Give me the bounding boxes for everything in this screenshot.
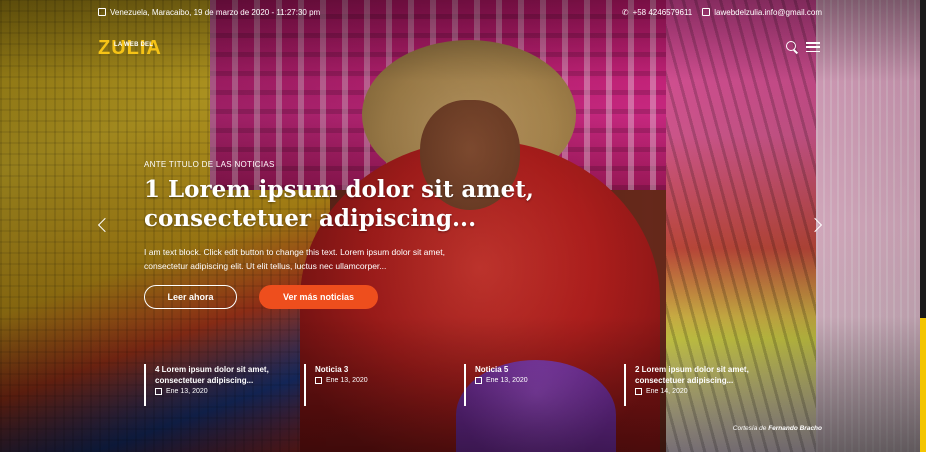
news-date: Ene 14, 2020 [646, 388, 688, 395]
more-news-button[interactable]: Ver más noticias [259, 285, 378, 309]
email-link[interactable]: lawebdelzulia.info@gmail.com [702, 8, 822, 17]
top-info-bar: Venezuela, Maracaibo, 19 de marzo de 202… [98, 5, 822, 19]
email-text: lawebdelzulia.info@gmail.com [714, 7, 822, 17]
phone-icon: ✆ [621, 7, 629, 17]
news-strip: 4 Lorem ipsum dolor sit amet, consectetu… [144, 364, 784, 406]
site-logo[interactable]: ZULIA LA WEB DEL [98, 36, 168, 60]
slide-excerpt: I am text block. Click edit button to ch… [144, 247, 445, 271]
news-item[interactable]: Noticia 3 Ene 13, 2020 [304, 364, 464, 406]
logo-small-text: LA WEB DEL [114, 42, 154, 48]
slide-headline[interactable]: 1 Lorem ipsum dolor sit amet, consectetu… [144, 175, 704, 233]
news-date: Ene 13, 2020 [486, 377, 528, 384]
slide-content: ANTE TITULO DE LAS NOTICIAS 1 Lorem ipsu… [144, 160, 704, 309]
logo-main-text: ZULIA [98, 37, 162, 59]
calendar-icon [315, 377, 322, 384]
news-title[interactable]: Noticia 3 [315, 364, 464, 375]
hamburger-menu-icon[interactable] [806, 42, 820, 52]
news-date: Ene 13, 2020 [166, 388, 208, 395]
news-title[interactable]: 4 Lorem ipsum dolor sit amet, consectetu… [155, 364, 304, 386]
location-datetime: Venezuela, Maracaibo, 19 de marzo de 202… [98, 8, 320, 17]
news-item[interactable]: 4 Lorem ipsum dolor sit amet, consectetu… [144, 364, 304, 406]
photo-credit: Cortesía de Fernando Bracho [733, 425, 822, 432]
mail-icon [702, 8, 711, 16]
edge-stripe [920, 0, 926, 452]
credit-prefix: Cortesía de [732, 425, 767, 432]
credit-name: Fernando Bracho [768, 425, 822, 432]
news-date: Ene 13, 2020 [326, 377, 368, 384]
news-title[interactable]: Noticia 5 [475, 364, 624, 375]
calendar-icon [155, 388, 162, 395]
hero-slider: Venezuela, Maracaibo, 19 de marzo de 202… [0, 0, 926, 452]
news-item[interactable]: Noticia 5 Ene 13, 2020 [464, 364, 624, 406]
phone-link[interactable]: ✆ +58 4246579611 [622, 8, 692, 17]
calendar-icon [635, 388, 642, 395]
phone-text: +58 4246579611 [632, 7, 693, 17]
read-now-button[interactable]: Leer ahora [144, 285, 237, 309]
news-item[interactable]: 2 Lorem ipsum dolor sit amet, consectetu… [624, 364, 784, 406]
header-actions [786, 41, 820, 53]
slide-kicker: ANTE TITULO DE LAS NOTICIAS [144, 160, 275, 169]
location-datetime-text: Venezuela, Maracaibo, 19 de marzo de 202… [110, 7, 321, 17]
calendar-icon [475, 377, 482, 384]
news-title[interactable]: 2 Lorem ipsum dolor sit amet, consectetu… [635, 364, 784, 386]
search-icon[interactable] [786, 41, 798, 53]
calendar-icon [98, 8, 106, 16]
